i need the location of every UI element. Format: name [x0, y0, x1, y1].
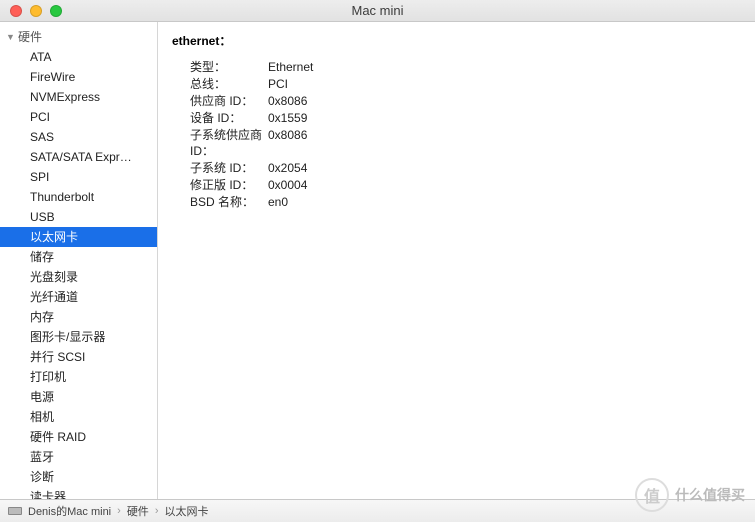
sidebar-item[interactable]: SAS	[0, 127, 157, 147]
sidebar-item[interactable]: 并行 SCSI	[0, 347, 157, 367]
detail-value: 0x0004	[268, 177, 307, 193]
sidebar-group-header[interactable]: ▼硬件	[0, 26, 157, 47]
detail-value: 0x1559	[268, 110, 307, 126]
breadcrumb-item[interactable]: 以太网卡	[164, 503, 208, 519]
detail-key: 类型：	[172, 59, 268, 75]
window-title: Mac mini	[0, 3, 755, 18]
detail-key: BSD 名称：	[172, 194, 268, 210]
detail-row: 设备 ID：0x1559	[172, 110, 741, 126]
detail-row: 总线：PCI	[172, 76, 741, 92]
sidebar-item[interactable]: 相机	[0, 407, 157, 427]
detail-key: 总线：	[172, 76, 268, 92]
detail-value: 0x8086	[268, 93, 307, 109]
zoom-icon[interactable]	[50, 5, 62, 17]
minimize-icon[interactable]	[30, 5, 42, 17]
detail-value: 0x2054	[268, 160, 307, 176]
breadcrumb-item[interactable]: 硬件	[127, 503, 149, 519]
device-icon	[8, 507, 22, 515]
sidebar-item[interactable]: 以太网卡	[0, 227, 157, 247]
breadcrumb-item[interactable]: Denis的Mac mini	[28, 503, 111, 519]
detail-row: 类型：Ethernet	[172, 59, 741, 75]
sidebar-item[interactable]: ATA	[0, 47, 157, 67]
sidebar-group-label: 硬件	[18, 28, 42, 45]
sidebar-item[interactable]: 储存	[0, 247, 157, 267]
detail-pane: ethernet： 类型：Ethernet总线：PCI供应商 ID：0x8086…	[158, 22, 755, 499]
sidebar-item[interactable]: USB	[0, 207, 157, 227]
detail-header: ethernet：	[172, 32, 741, 49]
breadcrumb[interactable]: Denis的Mac mini › 硬件 › 以太网卡	[8, 503, 208, 519]
chevron-right-icon: ›	[155, 505, 159, 517]
detail-key: 设备 ID：	[172, 110, 268, 126]
sidebar-item[interactable]: 蓝牙	[0, 447, 157, 467]
detail-key: 子系统 ID：	[172, 160, 268, 176]
sidebar-item[interactable]: 图形卡/显示器	[0, 327, 157, 347]
sidebar-item[interactable]: NVMExpress	[0, 87, 157, 107]
sidebar-item[interactable]: Thunderbolt	[0, 187, 157, 207]
sidebar-item[interactable]: 内存	[0, 307, 157, 327]
sidebar-item[interactable]: SATA/SATA Expr…	[0, 147, 157, 167]
sidebar-item[interactable]: 光盘刻录	[0, 267, 157, 287]
sidebar-item[interactable]: 打印机	[0, 367, 157, 387]
detail-row: BSD 名称：en0	[172, 194, 741, 210]
detail-key: 供应商 ID：	[172, 93, 268, 109]
detail-row: 修正版 ID：0x0004	[172, 177, 741, 193]
sidebar-item[interactable]: FireWire	[0, 67, 157, 87]
detail-value: Ethernet	[268, 59, 313, 75]
content: ▼硬件ATAFireWireNVMExpressPCISASSATA/SATA …	[0, 22, 755, 499]
chevron-right-icon: ›	[117, 505, 121, 517]
sidebar-item[interactable]: SPI	[0, 167, 157, 187]
sidebar-item[interactable]: PCI	[0, 107, 157, 127]
sidebar[interactable]: ▼硬件ATAFireWireNVMExpressPCISASSATA/SATA …	[0, 22, 158, 499]
sidebar-item[interactable]: 读卡器	[0, 487, 157, 499]
detail-value: 0x8086	[268, 127, 307, 159]
window-controls	[10, 5, 62, 17]
sidebar-item[interactable]: 电源	[0, 387, 157, 407]
detail-value: PCI	[268, 76, 288, 92]
detail-key: 子系统供应商 ID：	[172, 127, 268, 159]
detail-key: 修正版 ID：	[172, 177, 268, 193]
sidebar-item[interactable]: 诊断	[0, 467, 157, 487]
disclosure-triangle-icon[interactable]: ▼	[6, 32, 16, 42]
detail-row: 供应商 ID：0x8086	[172, 93, 741, 109]
sidebar-item[interactable]: 硬件 RAID	[0, 427, 157, 447]
sidebar-item[interactable]: 光纤通道	[0, 287, 157, 307]
detail-row: 子系统供应商 ID：0x8086	[172, 127, 741, 159]
detail-value: en0	[268, 194, 288, 210]
detail-kv-list: 类型：Ethernet总线：PCI供应商 ID：0x8086设备 ID：0x15…	[172, 59, 741, 210]
detail-row: 子系统 ID：0x2054	[172, 160, 741, 176]
titlebar: Mac mini	[0, 0, 755, 22]
close-icon[interactable]	[10, 5, 22, 17]
breadcrumb-bar: Denis的Mac mini › 硬件 › 以太网卡	[0, 499, 755, 522]
